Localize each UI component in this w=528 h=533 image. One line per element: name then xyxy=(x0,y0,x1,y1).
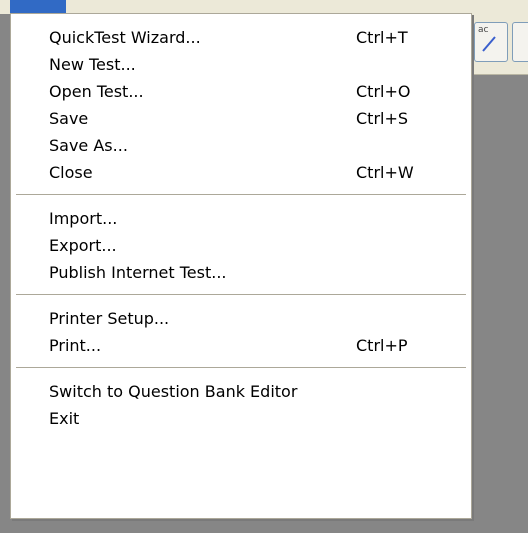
file-menu-title-highlight[interactable] xyxy=(10,0,66,14)
menu-item-label: Save As... xyxy=(49,136,128,155)
menu-item-switch-question-bank-editor[interactable]: Switch to Question Bank Editor xyxy=(12,378,470,405)
menu-item-label: Exit xyxy=(49,409,80,428)
menu-item-label: New Test... xyxy=(49,55,136,74)
menu-item-print[interactable]: Print... Ctrl+P xyxy=(12,332,470,359)
menu-item-close[interactable]: Close Ctrl+W xyxy=(12,159,470,186)
menu-item-label: Printer Setup... xyxy=(49,309,170,328)
menu-item-exit[interactable]: Exit xyxy=(12,405,470,432)
menu-item-quicktest-wizard[interactable]: QuickTest Wizard... Ctrl+T xyxy=(12,24,470,51)
menu-item-import[interactable]: Import... xyxy=(12,205,470,232)
menu-separator xyxy=(16,294,466,295)
menu-item-label: Save xyxy=(49,109,89,128)
menu-item-shortcut: Ctrl+T xyxy=(356,28,408,47)
menu-item-label: Publish Internet Test... xyxy=(49,263,227,282)
menu-item-save[interactable]: Save Ctrl+S xyxy=(12,105,470,132)
menu-item-shortcut: Ctrl+S xyxy=(356,109,409,128)
menu-item-save-as[interactable]: Save As... xyxy=(12,132,470,159)
menu-item-export[interactable]: Export... xyxy=(12,232,470,259)
file-dropdown-menu: QuickTest Wizard... Ctrl+T New Test... O… xyxy=(10,13,472,519)
menu-item-label: Import... xyxy=(49,209,118,228)
menu-item-shortcut: Ctrl+O xyxy=(356,82,411,101)
menu-separator xyxy=(16,194,466,195)
menu-item-label: Export... xyxy=(49,236,117,255)
toolbar-button-next[interactable] xyxy=(512,22,528,62)
menu-item-shortcut: Ctrl+P xyxy=(356,336,408,355)
toolbar-button-edit[interactable]: ac xyxy=(474,22,508,62)
menu-item-label: Switch to Question Bank Editor xyxy=(49,382,298,401)
menu-item-label: Print... xyxy=(49,336,102,355)
menu-item-label: Open Test... xyxy=(49,82,144,101)
menu-item-shortcut: Ctrl+W xyxy=(356,163,414,182)
menu-item-publish-internet-test[interactable]: Publish Internet Test... xyxy=(12,259,470,286)
menu-separator xyxy=(16,367,466,368)
menu-item-open-test[interactable]: Open Test... Ctrl+O xyxy=(12,78,470,105)
menu-item-label: QuickTest Wizard... xyxy=(49,28,201,47)
pencil-slash-icon xyxy=(482,36,496,52)
menu-item-new-test[interactable]: New Test... xyxy=(12,51,470,78)
menu-bar xyxy=(0,0,528,14)
menu-item-label: Close xyxy=(49,163,93,182)
menu-item-printer-setup[interactable]: Printer Setup... xyxy=(12,305,470,332)
